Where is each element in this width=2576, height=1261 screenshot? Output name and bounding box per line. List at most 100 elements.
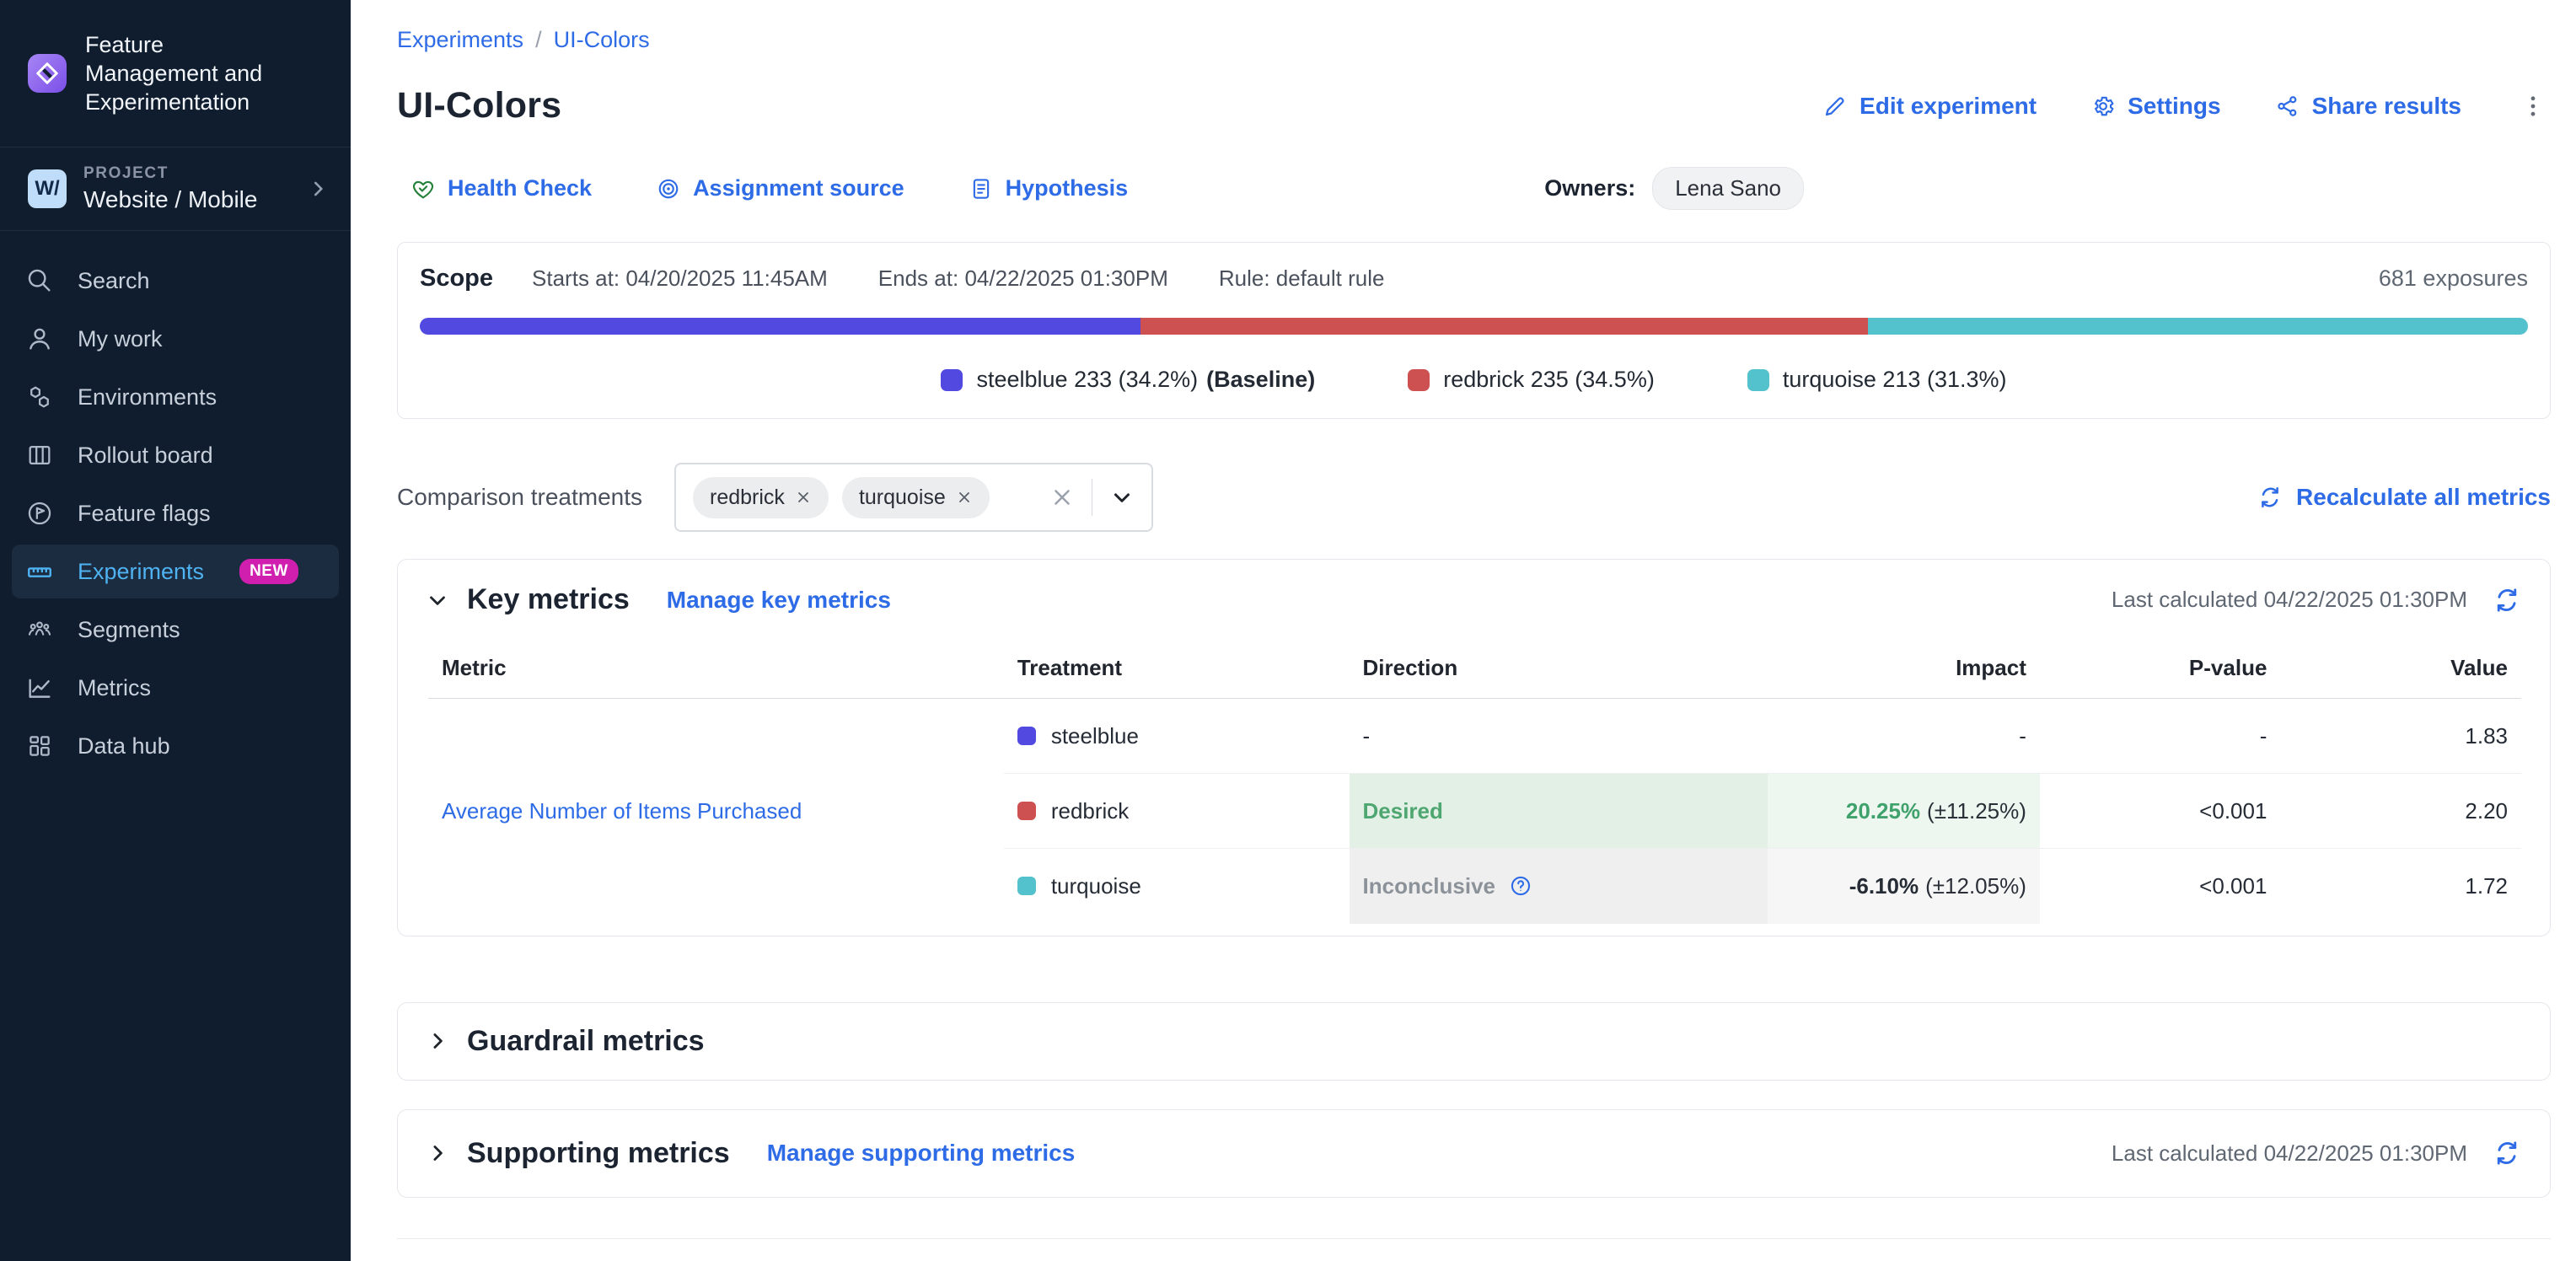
remove-turquoise-icon[interactable]	[956, 489, 973, 506]
chip-redbrick[interactable]: redbrick	[693, 477, 829, 518]
p-value-cell: <0.001	[2040, 774, 2281, 849]
line-chart-icon	[25, 673, 56, 702]
sidebar-item-metrics[interactable]: Metrics	[12, 661, 339, 715]
guardrail-metrics-title: Guardrail metrics	[467, 1025, 705, 1058]
direction-cell: Desired	[1350, 774, 1768, 849]
project-badge: W/	[28, 169, 67, 208]
expand-guardrail-icon[interactable]	[425, 1028, 450, 1054]
key-metrics-table: Metric Treatment Direction Impact P-valu…	[428, 636, 2521, 924]
sidebar-item-rollout-board[interactable]: Rollout board	[12, 428, 339, 482]
refresh-icon	[2257, 485, 2283, 510]
owners-label: Owners:	[1544, 175, 1635, 201]
col-impact: Impact	[1768, 636, 2040, 699]
more-options-kebab-icon[interactable]	[2515, 89, 2551, 124]
expand-supporting-icon[interactable]	[425, 1140, 450, 1166]
collapse-key-metrics-icon[interactable]	[425, 588, 450, 613]
brand[interactable]: Feature Management and Experimentation	[0, 0, 351, 148]
exposures-count: 681 exposures	[2379, 266, 2528, 292]
document-icon	[969, 176, 994, 201]
table-row-steelblue: Average Number of Items Purchased steelb…	[428, 699, 2521, 774]
header-actions: Edit experiment Settings Share results	[1822, 89, 2551, 124]
manage-key-metrics-link[interactable]: Manage key metrics	[667, 587, 891, 614]
steelblue-swatch	[1017, 727, 1036, 745]
sidebar-nav: Search My work Environments Rollout boar…	[0, 231, 351, 777]
metric-cell: Average Number of Items Purchased	[428, 699, 1004, 924]
supporting-last-calculated: Last calculated 04/22/2025 01:30PM	[2112, 1140, 2467, 1167]
redbrick-swatch	[1017, 802, 1036, 820]
sidebar-item-search[interactable]: Search	[12, 254, 339, 308]
p-value-cell: -	[2040, 699, 2281, 774]
page-bottom-divider	[397, 1238, 2551, 1239]
hexagons-icon	[25, 383, 56, 411]
dist-segment-redbrick	[1140, 318, 1868, 335]
key-metrics-last-calculated: Last calculated 04/22/2025 01:30PM	[2112, 587, 2467, 613]
supporting-refresh-icon[interactable]	[2491, 1137, 2523, 1169]
sidebar-item-data-hub[interactable]: Data hub	[12, 719, 339, 773]
recalculate-all-metrics-link[interactable]: Recalculate all metrics	[2257, 484, 2551, 511]
project-label: PROJECT	[83, 164, 290, 183]
remove-redbrick-icon[interactable]	[795, 489, 812, 506]
clear-selection-icon[interactable]	[1049, 485, 1075, 510]
meta-row: Health Check Assignment source Hypothesi…	[397, 167, 2551, 210]
main-content: Experiments / UI-Colors UI-Colors Edit e…	[351, 0, 2576, 1261]
col-value: Value	[2280, 636, 2521, 699]
key-metrics-title: Key metrics	[467, 583, 630, 616]
heart-check-icon	[411, 176, 436, 201]
col-metric: Metric	[428, 636, 1004, 699]
target-icon	[656, 176, 681, 201]
turquoise-swatch	[1017, 877, 1036, 895]
settings-button[interactable]: Settings	[2090, 93, 2220, 120]
question-icon[interactable]	[1509, 874, 1532, 898]
guardrail-metrics-card[interactable]: Guardrail metrics	[397, 1002, 2551, 1081]
legend-item-turquoise: turquoise 213 (31.3%)	[1747, 367, 2007, 393]
comparison-row: Comparison treatments redbrick turquoise	[397, 463, 2551, 532]
p-value-cell: <0.001	[2040, 849, 2281, 924]
breadcrumb-current[interactable]: UI-Colors	[554, 27, 650, 53]
sidebar-item-my-work[interactable]: My work	[12, 312, 339, 366]
page-title: UI-Colors	[397, 85, 561, 126]
key-metrics-refresh-icon[interactable]	[2491, 584, 2523, 616]
baseline-tag: (Baseline)	[1206, 367, 1315, 393]
sidebar-item-environments[interactable]: Environments	[12, 370, 339, 424]
chevron-down-icon[interactable]	[1109, 485, 1135, 510]
scope-starts: Starts at: 04/20/2025 11:45AM	[532, 266, 828, 292]
sidebar-item-experiments[interactable]: Experiments NEW	[12, 545, 339, 598]
supporting-metrics-title: Supporting metrics	[467, 1137, 730, 1170]
treatment-distribution-bar	[420, 318, 2528, 335]
board-icon	[25, 441, 56, 470]
comparison-treatments-select[interactable]: redbrick turquoise	[674, 463, 1153, 532]
people-icon	[25, 615, 56, 644]
distribution-legend: steelblue 233 (34.2%) (Baseline) redbric…	[420, 367, 2528, 393]
project-name: Website / Mobile	[83, 186, 290, 213]
share-results-button[interactable]: Share results	[2275, 93, 2461, 120]
chip-turquoise[interactable]: turquoise	[842, 477, 990, 518]
table-header-row: Metric Treatment Direction Impact P-valu…	[428, 636, 2521, 699]
owner-chip[interactable]: Lena Sano	[1652, 167, 1804, 210]
breadcrumb-experiments[interactable]: Experiments	[397, 27, 523, 53]
scope-ends: Ends at: 04/22/2025 01:30PM	[878, 266, 1168, 292]
turquoise-swatch	[1747, 369, 1769, 391]
assignment-source-link[interactable]: Assignment source	[656, 175, 904, 201]
new-badge: NEW	[239, 559, 298, 584]
supporting-metrics-card[interactable]: Supporting metrics Manage supporting met…	[397, 1109, 2551, 1198]
metric-link[interactable]: Average Number of Items Purchased	[442, 798, 802, 824]
breadcrumb-separator: /	[535, 27, 542, 53]
treatment-cell: turquoise	[1004, 849, 1350, 924]
breadcrumb: Experiments / UI-Colors	[397, 0, 2551, 53]
impact-cell: 20.25%(±11.25%)	[1768, 774, 2040, 849]
sidebar-item-feature-flags[interactable]: Feature flags	[12, 486, 339, 540]
col-direction: Direction	[1350, 636, 1768, 699]
share-icon	[2275, 94, 2300, 119]
value-cell: 1.83	[2280, 699, 2521, 774]
manage-supporting-metrics-link[interactable]: Manage supporting metrics	[767, 1140, 1076, 1167]
gear-icon	[2090, 94, 2116, 119]
sidebar-item-segments[interactable]: Segments	[12, 603, 339, 657]
user-icon	[25, 325, 56, 353]
project-switcher[interactable]: W/ PROJECT Website / Mobile	[0, 148, 351, 231]
hypothesis-link[interactable]: Hypothesis	[969, 175, 1129, 201]
health-check-link[interactable]: Health Check	[411, 175, 592, 201]
edit-experiment-button[interactable]: Edit experiment	[1822, 93, 2037, 120]
key-metrics-card: Key metrics Manage key metrics Last calc…	[397, 559, 2551, 936]
chevron-right-icon	[307, 178, 329, 200]
treatment-cell: redbrick	[1004, 774, 1350, 849]
